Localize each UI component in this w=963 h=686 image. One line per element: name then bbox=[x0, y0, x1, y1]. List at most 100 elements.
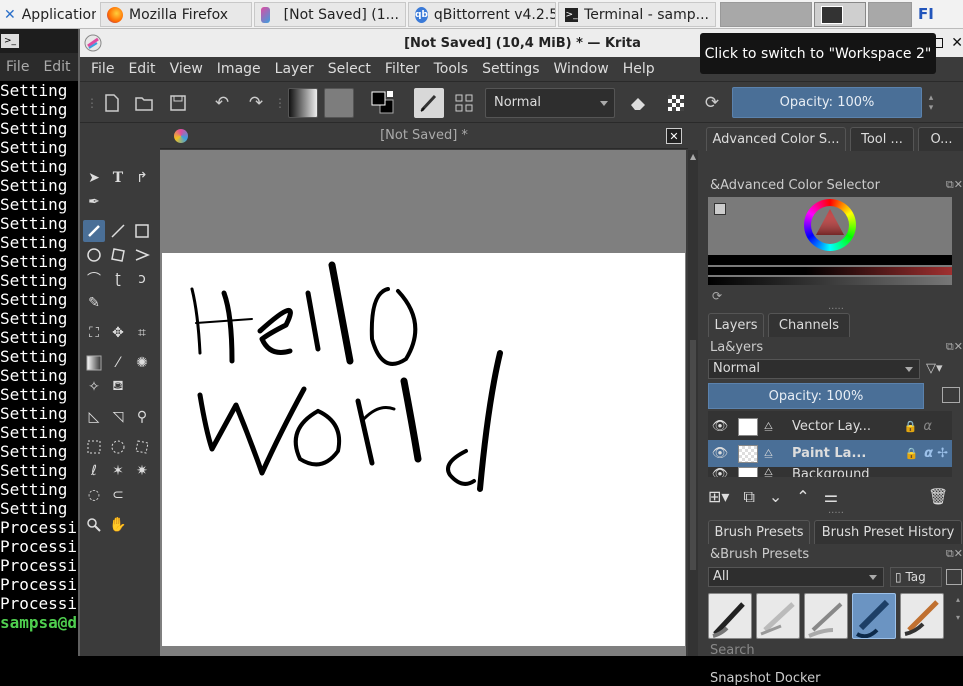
scrollbar-thumb[interactable] bbox=[690, 340, 696, 570]
elliptical-selection-tool-icon[interactable] bbox=[107, 436, 129, 458]
brush-filter-select[interactable]: All bbox=[708, 567, 884, 587]
brush-preset-active[interactable] bbox=[852, 593, 896, 639]
color-selector-settings-icon[interactable] bbox=[714, 203, 726, 215]
toolbar-handle[interactable]: ⋮ bbox=[274, 91, 286, 115]
menu-view[interactable]: View bbox=[170, 61, 203, 77]
polygonal-selection-tool-icon[interactable] bbox=[131, 436, 153, 458]
polyline-tool-icon[interactable] bbox=[131, 244, 153, 266]
color-wheel[interactable] bbox=[804, 199, 856, 251]
layer-row-paint[interactable]: 👁 ⧋ Paint La... 🔒 α ✢ bbox=[708, 440, 952, 467]
ellipse-tool-icon[interactable] bbox=[83, 244, 105, 266]
freehand-selection-tool-icon[interactable]: ℓ bbox=[83, 460, 105, 482]
workspace-3[interactable] bbox=[868, 2, 912, 27]
smart-patch-tool-icon[interactable]: ✺ bbox=[131, 352, 153, 374]
tab-brush-presets[interactable]: Brush Presets bbox=[708, 520, 810, 544]
polygon-tool-icon[interactable] bbox=[107, 244, 129, 266]
delete-layer-icon[interactable]: 🗑 bbox=[928, 487, 948, 507]
multibrush-tool-icon[interactable]: ✎ bbox=[83, 292, 105, 314]
terminal-menu-file[interactable]: File bbox=[6, 59, 29, 75]
docker-float-close-icon[interactable]: ⧉✕ bbox=[946, 178, 963, 192]
reference-images-tool-icon[interactable]: ⚲ bbox=[131, 406, 153, 428]
similar-color-selection-tool-icon[interactable]: ✷ bbox=[131, 460, 153, 482]
alpha-icon[interactable]: α bbox=[924, 446, 933, 461]
advanced-color-selector[interactable] bbox=[708, 197, 952, 285]
layer-row-background[interactable]: 👁 ⧋ Background bbox=[708, 467, 952, 477]
close-icon[interactable]: ✕ bbox=[951, 35, 963, 51]
filter-icon[interactable]: ▽▾ bbox=[926, 361, 943, 376]
tab-tool-options[interactable]: Tool ... bbox=[850, 127, 914, 151]
taskbar-krita[interactable]: [Not Saved] (1... bbox=[254, 2, 406, 27]
layer-row-vector[interactable]: 👁 ⧋ Vector Lay... 🔒 α bbox=[708, 413, 952, 440]
freehand-path-tool-icon[interactable]: ʈ bbox=[107, 268, 129, 290]
brush-preset-airbrush[interactable] bbox=[804, 593, 848, 639]
menu-file[interactable]: File bbox=[91, 61, 114, 77]
duplicate-layer-icon[interactable]: ⧉ bbox=[743, 487, 754, 507]
bezier-curve-tool-icon[interactable]: ⌒ bbox=[83, 268, 105, 290]
refresh-icon[interactable]: ⟳ bbox=[712, 289, 722, 303]
brush-view-icon[interactable] bbox=[946, 569, 962, 585]
layer-properties-icon[interactable] bbox=[942, 387, 960, 403]
docker-resize-grip[interactable]: ..... bbox=[828, 301, 844, 312]
color-gradient-bar[interactable] bbox=[708, 267, 952, 275]
pattern-swatch[interactable] bbox=[324, 88, 354, 118]
lock-icon[interactable]: 🔒 bbox=[904, 420, 918, 433]
brush-preset-ink[interactable] bbox=[708, 593, 752, 639]
document-tab[interactable]: [Not Saved] * ✕ bbox=[160, 123, 688, 149]
menu-edit[interactable]: Edit bbox=[128, 61, 155, 77]
move-tool-icon[interactable]: ✥ bbox=[107, 322, 129, 344]
scroll-up-icon[interactable]: ▲ bbox=[690, 152, 696, 161]
move-layer-up-icon[interactable]: ⌃ bbox=[796, 487, 809, 507]
fill-tool-icon[interactable]: ⛾ bbox=[107, 376, 129, 398]
add-layer-icon[interactable]: ⊞▾ bbox=[708, 487, 729, 507]
tab-brush-preset-history[interactable]: Brush Preset History bbox=[814, 520, 962, 544]
tab-channels[interactable]: Channels bbox=[768, 313, 850, 337]
move-layer-down-icon[interactable]: ⌄ bbox=[769, 487, 782, 507]
calligraphy-tool-icon[interactable]: ✒ bbox=[83, 191, 105, 213]
eye-icon[interactable]: 👁 bbox=[708, 467, 732, 477]
tab-overview[interactable]: O... bbox=[918, 127, 963, 151]
edit-shapes-tool-icon[interactable]: ↱ bbox=[131, 167, 153, 189]
menu-settings[interactable]: Settings bbox=[482, 61, 539, 77]
eye-icon[interactable]: 👁 bbox=[708, 419, 732, 434]
layer-properties-icon[interactable]: ⚌ bbox=[824, 487, 838, 507]
docker-resize-grip[interactable]: ..... bbox=[828, 505, 844, 516]
bezier-selection-tool-icon[interactable]: ◌ bbox=[83, 484, 105, 506]
color-history-bar[interactable] bbox=[708, 255, 952, 265]
layer-blend-select[interactable]: Normal bbox=[708, 359, 920, 379]
workspace-2[interactable] bbox=[814, 2, 866, 27]
open-document-icon[interactable] bbox=[132, 91, 156, 115]
inherit-alpha-icon[interactable]: ✢ bbox=[937, 446, 948, 461]
opacity-spin-arrows[interactable]: ▴ ▾ bbox=[926, 91, 936, 115]
menu-tools[interactable]: Tools bbox=[434, 61, 469, 77]
save-icon[interactable] bbox=[166, 91, 190, 115]
measure-tool-icon[interactable]: ◺ bbox=[83, 406, 105, 428]
toolbar-handle[interactable]: ⋮ bbox=[86, 91, 98, 115]
terminal-menu-edit[interactable]: Edit bbox=[43, 59, 70, 75]
opacity-slider[interactable]: Opacity: 100% bbox=[732, 87, 922, 118]
applications-menu[interactable]: ✕ Applications bbox=[0, 2, 96, 27]
canvas-viewport[interactable]: Hello world bbox=[160, 150, 686, 656]
pan-tool-icon[interactable]: ✋ bbox=[107, 514, 129, 536]
terminal-prompt[interactable]: sampsa@d bbox=[0, 613, 78, 632]
docker-float-close-icon[interactable]: ⧉✕ bbox=[946, 340, 963, 354]
reload-preset-icon[interactable]: ⟳ bbox=[700, 91, 724, 115]
brush-preset-paint[interactable] bbox=[900, 593, 944, 639]
gradient-tool-icon[interactable] bbox=[83, 352, 105, 374]
brush-preset-icon[interactable] bbox=[414, 88, 444, 118]
layer-opacity-slider[interactable]: Opacity: 100% bbox=[708, 383, 924, 409]
redo-icon[interactable]: ↷ bbox=[244, 91, 268, 115]
freehand-brush-tool-icon[interactable] bbox=[83, 220, 105, 242]
canvas-paper[interactable]: Hello world bbox=[162, 253, 685, 646]
select-shapes-tool-icon[interactable]: ➤ bbox=[83, 167, 105, 189]
tab-advanced-color-selector[interactable]: Advanced Color S... bbox=[706, 127, 846, 151]
rectangle-tool-icon[interactable] bbox=[131, 220, 153, 242]
brush-preset-pencil[interactable] bbox=[756, 593, 800, 639]
brush-scroll-arrows[interactable]: ▴ ▾ bbox=[956, 595, 960, 622]
taskbar-terminal[interactable]: >_ Terminal - samp... bbox=[558, 2, 716, 27]
color-picker-tool-icon[interactable]: ⁄ bbox=[107, 352, 129, 374]
menu-help[interactable]: Help bbox=[623, 61, 655, 77]
fg-bg-color-selector[interactable] bbox=[368, 88, 398, 118]
canvas-vertical-scrollbar[interactable]: ▲ bbox=[688, 150, 698, 656]
perspective-tool-icon[interactable]: ◹ bbox=[107, 406, 129, 428]
taskbar-qbittorrent[interactable]: qb qBittorrent v4.2.5 bbox=[408, 2, 556, 27]
